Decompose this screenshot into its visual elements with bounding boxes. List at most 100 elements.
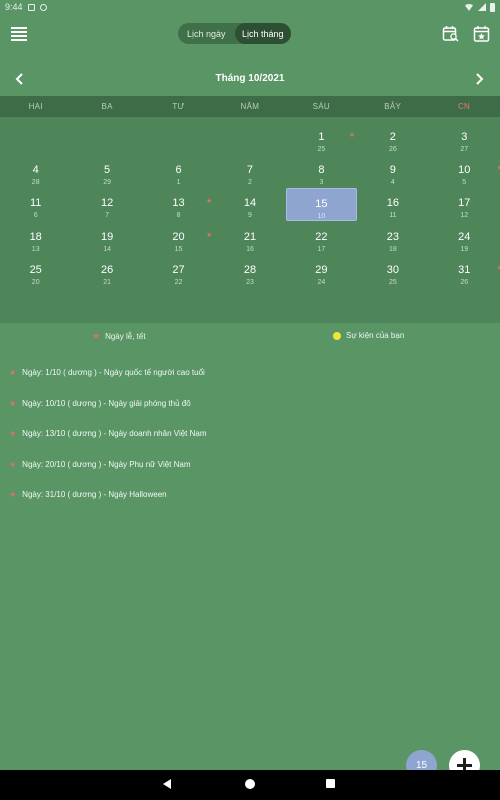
day-number: 6 — [175, 164, 182, 177]
day-number: 19 — [100, 230, 114, 243]
lunar-day: 23 — [246, 278, 254, 286]
day-cell-today[interactable]: 15 10 — [285, 188, 358, 222]
tab-month-calendar[interactable]: Lịch tháng — [234, 23, 291, 44]
holiday-text: Ngày: 10/10 ( dương ) - Ngày giải phóng … — [22, 398, 191, 408]
weekday-label: SÁU — [312, 102, 330, 111]
sync-icon — [39, 3, 47, 11]
day-number: 29 — [315, 263, 328, 276]
sd-card-icon — [27, 3, 35, 11]
lunar-day: 11 — [389, 212, 397, 220]
day-cell[interactable]: 23 18 — [357, 222, 428, 255]
day-number: 10 — [458, 164, 471, 177]
day-cell[interactable]: 22 17 — [286, 222, 357, 255]
holiday-star-icon: ★ — [205, 231, 213, 239]
day-number: 23 — [386, 230, 399, 243]
day-number: 17 — [458, 197, 471, 210]
weekday-label: TƯ — [172, 102, 185, 111]
holiday-text: Ngày: 31/10 ( dương ) - Ngày Halloween — [22, 490, 167, 500]
back-icon[interactable] — [163, 779, 171, 789]
day-cell[interactable]: 2 26 — [357, 122, 428, 155]
day-cell[interactable]: 24 19 — [429, 222, 500, 255]
lunar-day: 6 — [33, 212, 38, 220]
lunar-day: 28 — [31, 179, 40, 187]
day-cell[interactable]: 31 26 ★ — [429, 255, 500, 288]
day-cell[interactable]: 27 22 — [143, 255, 214, 288]
chevron-right-icon[interactable] — [470, 70, 488, 88]
app-bar: Lịch ngày Lịch tháng — [0, 14, 500, 56]
day-cell[interactable]: 10 5 ★ — [429, 155, 500, 188]
status-bar: 9:44 — [0, 0, 500, 14]
day-number: 2 — [389, 131, 396, 143]
lunar-day: 12 — [460, 212, 469, 220]
holiday-text: Ngày: 1/10 ( dương ) - Ngày quốc tế ngườ… — [22, 368, 205, 377]
day-number: 31 — [458, 263, 471, 276]
star-icon: ★ — [9, 368, 17, 377]
legend-event-label: Sự kiện của bạn — [346, 331, 405, 340]
day-number: 7 — [246, 164, 254, 177]
lunar-day: 10 — [317, 213, 326, 221]
day-cell[interactable]: 14 9 — [214, 188, 285, 221]
lunar-day: 21 — [103, 278, 112, 286]
day-cell[interactable]: 26 21 — [71, 255, 142, 288]
home-icon[interactable] — [245, 779, 255, 789]
day-cell[interactable]: 21 16 — [214, 222, 285, 255]
menu-icon[interactable] — [11, 27, 27, 41]
day-cell[interactable]: 25 20 — [0, 255, 71, 288]
lunar-day: 22 — [174, 278, 183, 286]
day-number: 14 — [243, 197, 257, 210]
day-number: 28 — [243, 263, 257, 276]
day-number: 3 — [461, 131, 468, 143]
day-cell[interactable]: 83 — [286, 155, 357, 188]
lunar-day: 5 — [462, 179, 467, 187]
lunar-day: 19 — [460, 245, 469, 253]
day-cell[interactable]: 72 — [214, 155, 285, 188]
day-cell[interactable]: 94 — [357, 155, 428, 188]
day-cell[interactable]: 1 25 ★ — [286, 122, 357, 155]
weekday-label: BẢY — [384, 102, 402, 111]
recent-apps-icon[interactable] — [326, 779, 335, 788]
day-number: 15 — [315, 198, 328, 211]
lunar-day: 15 — [174, 245, 183, 253]
lunar-day: 26 — [460, 278, 469, 286]
system-navigation-bar — [0, 770, 500, 800]
day-number: 4 — [32, 164, 39, 177]
day-cell[interactable]: 11 6 — [0, 188, 71, 221]
day-number: 21 — [243, 230, 257, 243]
day-cell[interactable]: 16 11 — [357, 188, 428, 221]
day-cell[interactable]: 4 28 — [0, 155, 71, 188]
weekday-label: NĂM — [240, 102, 260, 111]
day-cell[interactable]: 3 27 — [429, 122, 500, 155]
holiday-star-icon: ★ — [205, 198, 213, 206]
day-cell[interactable]: 20 15 ★ — [143, 222, 214, 255]
day-cell[interactable]: 12 7 — [71, 188, 142, 221]
day-number: 8 — [318, 164, 325, 177]
day-cell[interactable]: 30 25 — [357, 255, 428, 288]
day-cell[interactable]: 28 23 — [214, 255, 285, 288]
day-cell[interactable]: 18 13 — [0, 222, 71, 255]
day-cell[interactable]: 29 24 — [286, 255, 357, 288]
day-cell[interactable]: 5 29 — [71, 155, 142, 188]
legend-holiday-label: Ngày lễ, tết — [105, 332, 146, 341]
holiday-list: ★ Ngày: 1/10 ( dương ) - Ngày quốc tế ngư… — [9, 368, 489, 521]
holiday-text: Ngày: 20/10 ( dương ) - Ngày Phụ nữ Việt… — [22, 459, 191, 469]
weekday-header: HAI BA TƯ NĂM SÁU BẢY CN — [0, 96, 500, 117]
day-number: 5 — [104, 164, 111, 177]
holiday-item: ★ Ngày: 31/10 ( dương ) - Ngày Halloween — [9, 490, 489, 521]
view-switcher: Lịch ngày Lịch tháng — [178, 23, 291, 44]
dot-icon — [333, 331, 341, 340]
calendar-star-icon[interactable] — [473, 25, 490, 42]
calendar-search-icon[interactable] — [442, 25, 459, 42]
day-number: 22 — [315, 230, 328, 243]
lunar-day: 9 — [248, 212, 252, 220]
day-cell[interactable]: 19 14 — [71, 222, 142, 255]
legend: ★ Ngày lễ, tết Sự kiện của bạn — [0, 328, 500, 346]
tab-day-calendar[interactable]: Lịch ngày — [178, 23, 235, 44]
holiday-text: Ngày: 13/10 ( dương ) - Ngày doanh nhân … — [22, 429, 207, 439]
day-cell[interactable]: 17 12 — [429, 188, 500, 221]
day-cell[interactable]: 61 — [143, 155, 214, 188]
star-icon: ★ — [92, 331, 101, 341]
day-number: 1 — [318, 131, 325, 143]
day-number: 27 — [172, 263, 185, 276]
day-cell[interactable]: 13 8 ★ — [143, 188, 214, 221]
lunar-day: 29 — [103, 179, 112, 187]
